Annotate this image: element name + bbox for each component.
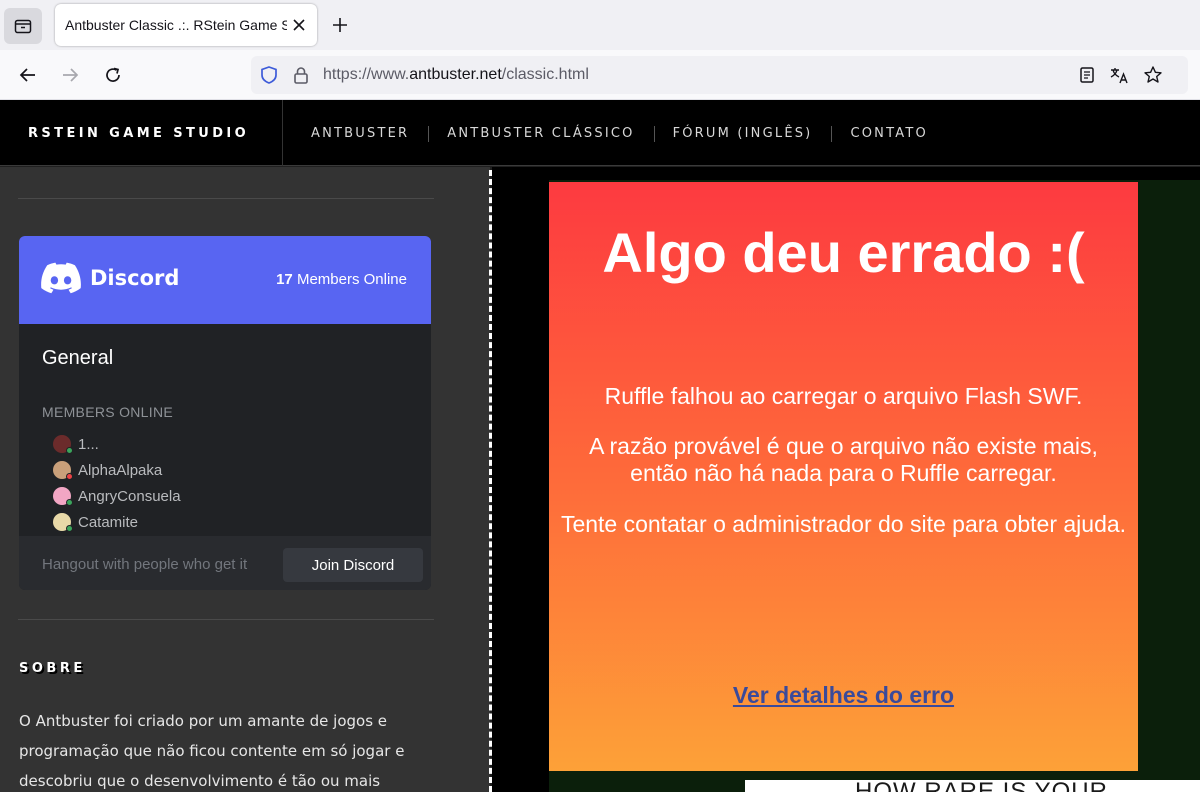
avatar xyxy=(53,487,73,506)
discord-member[interactable]: AngryConsuela xyxy=(53,486,181,506)
error-details-link[interactable]: Ver detalhes do erro xyxy=(549,682,1138,709)
translate-icon[interactable] xyxy=(1109,65,1129,85)
arrow-left-icon xyxy=(19,68,35,82)
star-icon[interactable] xyxy=(1143,65,1163,85)
ruffle-error-reason: A razão provável é que o arquivo não exi… xyxy=(589,433,1098,486)
ruffle-error-panel: Algo deu errado :( Ruffle falhou ao carr… xyxy=(549,182,1138,771)
discord-member[interactable]: Catamite xyxy=(53,512,138,532)
forward-button[interactable] xyxy=(58,63,82,87)
join-discord-button[interactable]: Join Discord xyxy=(283,548,423,582)
member-name: 1... xyxy=(78,435,99,453)
reload-button[interactable] xyxy=(101,63,125,87)
status-dot xyxy=(66,525,73,532)
reload-icon xyxy=(106,67,120,82)
ad-banner[interactable]: HOW RARE IS YOUR xyxy=(745,780,1200,792)
tab-list-icon xyxy=(14,19,32,34)
site-header: RSTEIN GAME STUDIO ANTBUSTER ANTBUSTER C… xyxy=(0,100,1200,166)
url-domain: antbuster.net xyxy=(409,66,502,83)
member-name: Catamite xyxy=(78,513,139,531)
discord-wordmark: Discord xyxy=(90,266,180,290)
menu-item-antbuster-classico[interactable]: ANTBUSTER CLÁSSICO xyxy=(428,125,653,142)
tab-close-button[interactable] xyxy=(289,15,309,35)
discord-channel-name[interactable]: General xyxy=(42,347,113,370)
discord-widget: Discord 17 Members Online General MEMBER… xyxy=(19,236,431,590)
url-text[interactable]: https://www.antbuster.net/classic.html xyxy=(323,66,589,84)
discord-header: Discord 17 Members Online xyxy=(19,236,431,324)
online-count-label: Members Online xyxy=(296,271,407,288)
online-count-number: 17 xyxy=(276,271,293,288)
address-bar[interactable]: https://www.antbuster.net/classic.html xyxy=(251,56,1188,94)
menu-item-contato[interactable]: CONTATO xyxy=(831,125,946,142)
reader-view-icon[interactable] xyxy=(1077,65,1097,85)
close-icon xyxy=(293,19,305,31)
discord-member[interactable]: AlphaAlpaka xyxy=(53,460,162,480)
discord-member[interactable]: 1... xyxy=(53,434,99,454)
plus-icon xyxy=(333,18,347,32)
shield-icon[interactable] xyxy=(259,65,279,85)
tab-list-button[interactable] xyxy=(4,8,42,44)
member-name: AlphaAlpaka xyxy=(78,461,163,479)
sobre-heading: SOBRE xyxy=(19,661,86,676)
status-dot xyxy=(66,473,73,480)
ruffle-error-title: Algo deu errado :( xyxy=(602,221,1085,284)
main-menu: ANTBUSTER ANTBUSTER CLÁSSICO FÓRUM (INGL… xyxy=(292,100,947,166)
browser-tab-active[interactable]: Antbuster Classic .:. RStein Game Studio xyxy=(55,4,317,46)
ruffle-error-message: Ruffle falhou ao carregar o arquivo Flas… xyxy=(604,383,1083,409)
browser-tab-bar: Antbuster Classic .:. RStein Game Studio xyxy=(0,0,1200,50)
avatar xyxy=(53,513,73,532)
discord-footer-text: Hangout with people who get it xyxy=(42,556,248,573)
ad-banner-text: HOW RARE IS YOUR xyxy=(855,780,1108,792)
discord-online-count: 17 Members Online xyxy=(276,271,407,288)
discord-members-title: MEMBERS ONLINE xyxy=(42,404,173,420)
discord-footer: Hangout with people who get it Join Disc… xyxy=(19,536,431,590)
avatar xyxy=(53,435,73,454)
back-button[interactable] xyxy=(16,63,40,87)
url-prefix: https://www. xyxy=(323,66,410,83)
site-brand[interactable]: RSTEIN GAME STUDIO xyxy=(28,126,249,141)
browser-nav-bar: https://www.antbuster.net/classic.html xyxy=(0,50,1200,100)
arrow-right-icon xyxy=(63,68,79,82)
new-tab-button[interactable] xyxy=(328,13,352,37)
url-path: /classic.html xyxy=(501,66,589,83)
ruffle-error-help: Tente contatar o administrador do site p… xyxy=(560,511,1127,537)
header-divider xyxy=(282,100,283,166)
sidebar-divider xyxy=(18,198,434,199)
status-dot xyxy=(66,499,73,506)
lock-icon[interactable] xyxy=(291,65,311,85)
menu-item-forum[interactable]: FÓRUM (INGLÊS) xyxy=(653,125,832,142)
tab-title: Antbuster Classic .:. RStein Game Studio xyxy=(65,17,287,33)
sobre-text: O Antbuster foi criado por um amante de … xyxy=(19,712,405,790)
discord-logo-icon[interactable] xyxy=(41,262,81,294)
status-dot xyxy=(66,447,73,454)
member-name: AngryConsuela xyxy=(78,487,181,505)
menu-item-antbuster[interactable]: ANTBUSTER xyxy=(292,126,428,141)
sidebar-divider xyxy=(18,619,434,620)
avatar xyxy=(53,461,73,480)
